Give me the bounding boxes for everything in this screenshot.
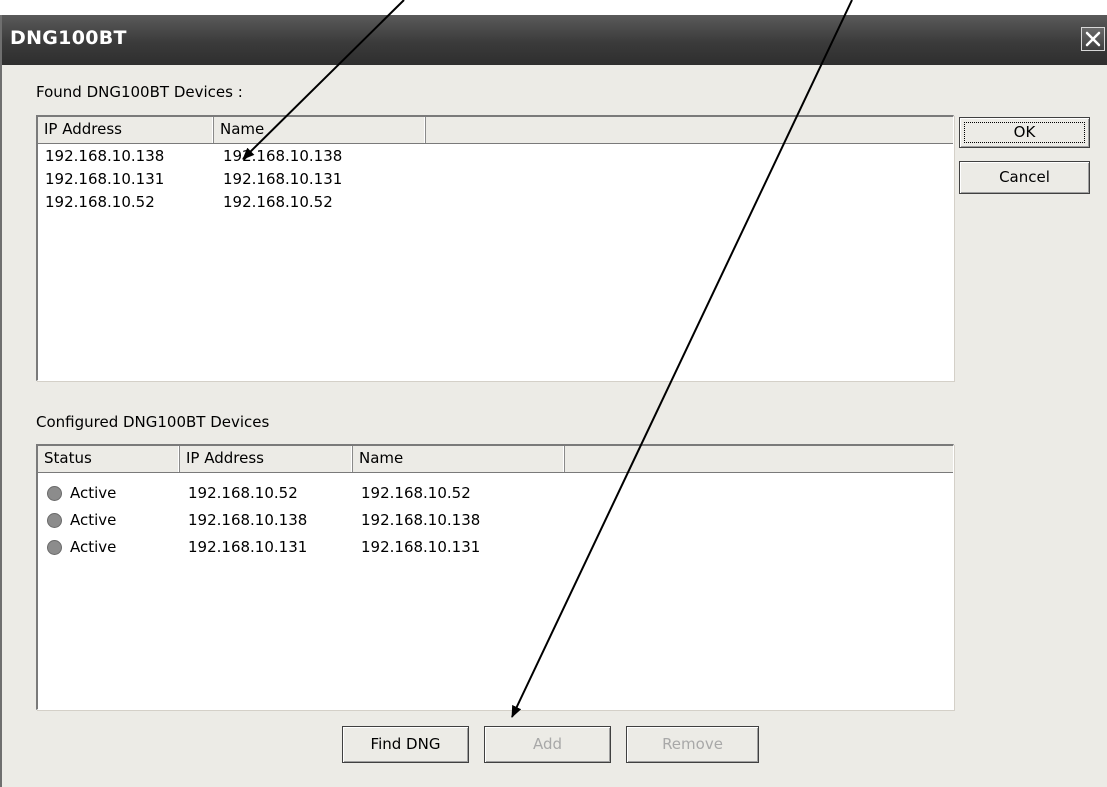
arrow-to-found-name	[242, 0, 405, 160]
arrow-to-add-button	[511, 0, 853, 718]
annotation-arrows	[242, 0, 853, 718]
